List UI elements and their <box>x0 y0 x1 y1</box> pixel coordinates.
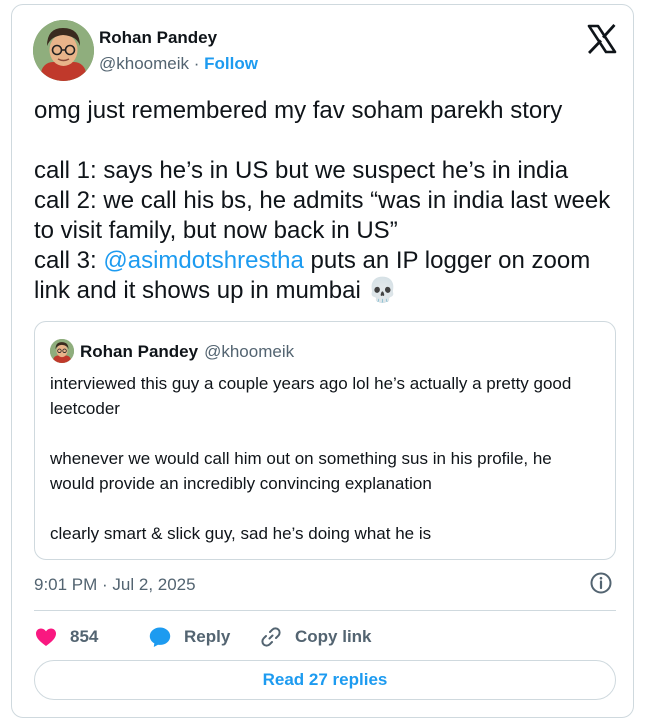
copy-link-button[interactable]: Copy link <box>259 622 372 652</box>
x-logo-icon[interactable] <box>587 24 617 54</box>
quote-avatar <box>50 339 74 363</box>
avatar-illustration <box>33 20 94 81</box>
mention-link[interactable]: @asimdotshrestha <box>103 247 303 274</box>
quote-author-name: Rohan Pandey <box>80 342 199 361</box>
read-replies-button[interactable]: Read 27 replies <box>34 660 616 700</box>
action-bar: 854 Reply Copy link <box>34 622 616 652</box>
quote-author: Rohan Pandey @khoomeik <box>80 342 294 362</box>
skull-emoji: 💀 <box>367 277 398 304</box>
link-icon <box>261 627 281 647</box>
author-handle[interactable]: @khoomeik <box>99 54 189 73</box>
like-button[interactable]: 854 <box>34 622 98 652</box>
divider <box>34 610 616 611</box>
heart-icon <box>36 628 56 646</box>
reply-button[interactable]: Reply <box>148 622 230 652</box>
quote-text: interviewed this guy a couple years ago … <box>50 374 572 543</box>
like-count: 854 <box>70 627 99 646</box>
reply-bubble-icon <box>149 627 171 647</box>
follow-button[interactable]: Follow <box>204 54 258 73</box>
handle-separator: · <box>189 54 205 73</box>
timestamp[interactable]: 9:01 PM · Jul 2, 2025 <box>34 575 196 595</box>
tweet-text: omg just remembered my fav soham parekh … <box>34 96 624 306</box>
copy-link-label: Copy link <box>295 627 372 646</box>
quote-author-handle: @khoomeik <box>204 342 295 361</box>
tweet-card: Rohan Pandey @khoomeik · Follow omg just… <box>11 4 634 718</box>
quoted-tweet[interactable]: Rohan Pandey @khoomeik interviewed this g… <box>34 321 616 560</box>
reply-label: Reply <box>184 627 231 646</box>
author-name[interactable]: Rohan Pandey <box>99 28 217 48</box>
info-icon[interactable] <box>589 571 613 595</box>
avatar[interactable] <box>33 20 94 81</box>
author-handle-row: @khoomeik · Follow <box>99 54 258 74</box>
